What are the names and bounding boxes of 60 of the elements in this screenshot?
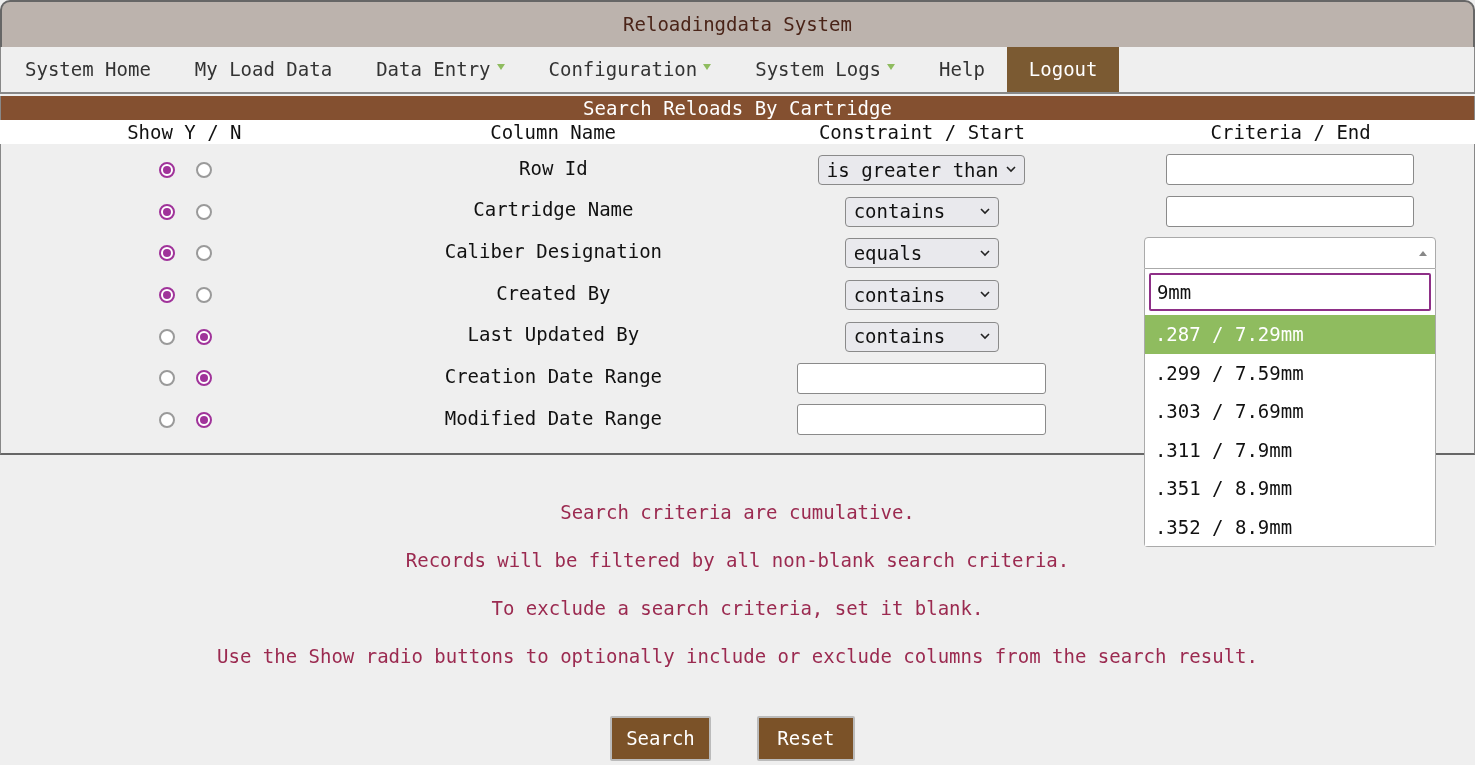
radio-button[interactable] [158,328,175,345]
radio-button[interactable] [158,161,175,178]
column-name: Created By [496,280,611,306]
window-title: Reloadingdata System [623,12,852,38]
nav-menu-item[interactable]: Configuration [526,47,734,92]
constraint-select[interactable]: contains [844,321,999,352]
column-name: Caliber Designation [444,238,663,264]
radio-button[interactable] [195,245,212,262]
radio-button[interactable] [158,286,175,303]
info-text: Search criteria are cumulative. [560,501,915,524]
section-title: Search Reloads By Cartridge [583,98,892,118]
constraint-select[interactable]: equals [844,238,999,269]
radio-button[interactable] [158,411,175,428]
column-name: Last Updated By [467,322,640,348]
input-field[interactable] [1165,196,1414,228]
column-name: Creation Date Range [444,364,663,390]
caret-down-icon [703,63,712,70]
input-field[interactable] [797,404,1047,436]
caret-down-icon [887,63,896,70]
nav-menu-item[interactable]: Help [917,47,1007,92]
column-header: Show Y / N [126,122,243,142]
action-button[interactable]: Reset [756,716,855,761]
radio-button[interactable] [195,203,212,220]
caret-up-icon [1418,250,1427,256]
nav-menu-item[interactable]: System Home [3,47,173,92]
nav-menu-item[interactable]: System Logs [733,47,918,92]
radio-button[interactable] [158,203,175,220]
column-header: Constraint / Start [817,122,1026,142]
action-button[interactable]: Search [610,716,711,761]
chevron-down-icon [1006,166,1017,174]
caret-down-icon [496,63,505,70]
info-text: To exclude a search criteria, set it blank. [491,597,984,620]
column-header: Criteria / End [1209,122,1372,142]
radio-button[interactable] [158,370,175,387]
nav-menu-item[interactable]: My Load Data [172,47,355,92]
chevron-down-icon [979,249,990,257]
chevron-down-icon [979,208,990,216]
constraint-select[interactable]: contains [844,279,999,310]
info-text: Use the Show radio buttons to optionally include or exclude columns from the search result. [217,645,1258,668]
constraint-select[interactable]: contains [844,196,999,227]
chevron-down-icon [979,333,990,341]
radio-button[interactable] [195,370,212,387]
radio-button[interactable] [195,328,212,345]
column-name: Cartridge Name [473,197,634,223]
nav-menu-item[interactable]: Logout [1006,47,1120,92]
radio-button[interactable] [195,286,212,303]
radio-button[interactable] [195,411,212,428]
info-text: Records will be filtered by all non-blank search criteria. [405,549,1070,572]
column-header: Column Name [489,122,618,142]
constraint-select[interactable]: is greater than [817,154,1026,185]
column-name: Row Id [519,155,588,181]
chevron-down-icon [979,291,990,299]
radio-button[interactable] [195,161,212,178]
nav-menu-item[interactable]: Data Entry [354,47,527,92]
search-field[interactable]: 9mm [1148,273,1431,312]
combo-box[interactable] [1143,237,1436,270]
column-name: Modified Date Range [444,405,663,431]
input-field[interactable] [797,362,1047,394]
input-field[interactable] [1165,154,1414,186]
radio-button[interactable] [158,245,175,262]
